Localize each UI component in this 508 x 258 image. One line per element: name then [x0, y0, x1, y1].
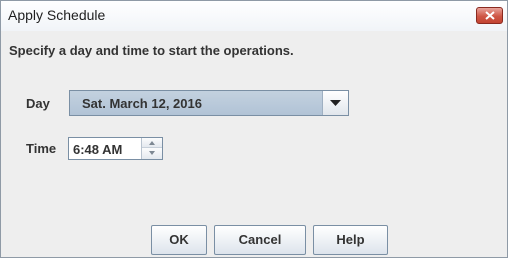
day-dropdown-arrow-button[interactable] [322, 91, 348, 115]
title-bar[interactable]: Apply Schedule [1, 1, 507, 31]
close-button[interactable] [476, 7, 503, 24]
day-selected-value: Sat. March 12, 2016 [82, 96, 202, 111]
time-label: Time [26, 141, 57, 156]
instructions-text: Specify a day and time to start the oper… [9, 43, 294, 58]
ok-button[interactable]: OK [151, 225, 207, 255]
time-spinner-buttons [141, 138, 162, 159]
day-label: Day [26, 96, 50, 111]
apply-schedule-dialog: Apply Schedule Specify a day and time to… [0, 0, 508, 258]
close-icon [485, 11, 495, 20]
day-dropdown[interactable]: Sat. March 12, 2016 [69, 90, 349, 116]
spinner-down-icon [149, 151, 155, 155]
time-decrement-button[interactable] [142, 148, 162, 159]
chevron-down-icon [330, 100, 341, 106]
spinner-up-icon [149, 141, 155, 145]
time-increment-button[interactable] [142, 138, 162, 148]
cancel-button[interactable]: Cancel [214, 225, 306, 255]
time-spinner[interactable]: 6:48 AM [68, 137, 163, 160]
time-input[interactable]: 6:48 AM [73, 142, 122, 157]
dialog-title: Apply Schedule [8, 7, 106, 23]
help-button[interactable]: Help [313, 225, 388, 255]
